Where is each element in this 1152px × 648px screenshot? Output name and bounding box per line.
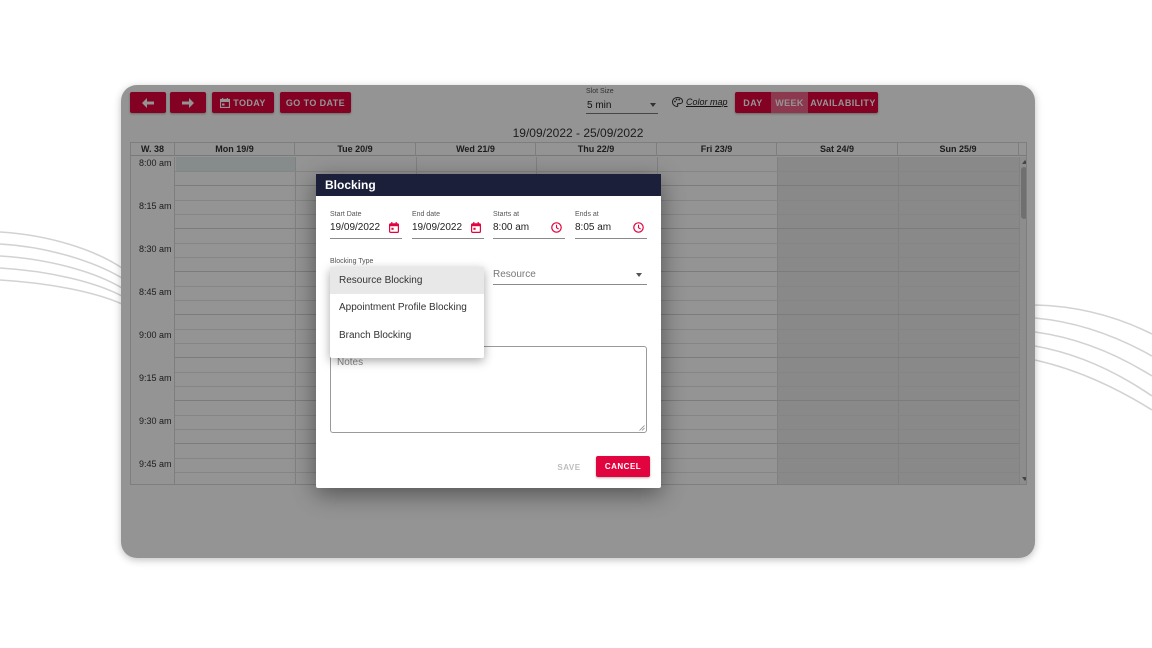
blocking-type-dropdown-menu: Resource Blocking Appointment Profile Bl… bbox=[330, 267, 484, 358]
resize-grip-icon[interactable] bbox=[639, 425, 645, 431]
clock-icon[interactable] bbox=[633, 222, 644, 233]
end-date-label: End date bbox=[412, 211, 441, 218]
ends-at-label: Ends at bbox=[575, 211, 599, 218]
calendar-icon[interactable] bbox=[471, 222, 481, 233]
end-date-value: 19/09/2022 bbox=[412, 222, 463, 233]
start-date-label: Start Date bbox=[330, 211, 362, 218]
starts-at-value: 8:00 am bbox=[493, 222, 530, 233]
blocking-type-label: Blocking Type bbox=[330, 258, 374, 265]
starts-at-field[interactable]: Starts at 8:00 am bbox=[493, 211, 565, 239]
resource-select[interactable]: Resource bbox=[493, 266, 647, 285]
ends-at-value: 8:05 am bbox=[575, 222, 612, 233]
cancel-button[interactable]: CANCEL bbox=[596, 456, 650, 477]
start-date-value: 19/09/2022 bbox=[330, 222, 381, 233]
resource-placeholder: Resource bbox=[493, 269, 536, 280]
end-date-field[interactable]: End date 19/09/2022 bbox=[412, 211, 484, 239]
menu-item-branch-blocking[interactable]: Branch Blocking bbox=[330, 322, 484, 349]
clock-icon[interactable] bbox=[551, 222, 562, 233]
app-window: TODAY GO TO DATE Slot Size 5 min Color m… bbox=[121, 85, 1035, 558]
dialog-title: Blocking bbox=[316, 174, 661, 196]
calendar-icon[interactable] bbox=[389, 222, 399, 233]
ends-at-field[interactable]: Ends at 8:05 am bbox=[575, 211, 647, 239]
chevron-down-icon bbox=[636, 273, 642, 277]
start-date-field[interactable]: Start Date 19/09/2022 bbox=[330, 211, 402, 239]
menu-item-appointment-profile-blocking[interactable]: Appointment Profile Blocking bbox=[330, 294, 484, 321]
notes-textarea[interactable]: Notes bbox=[330, 346, 647, 433]
starts-at-label: Starts at bbox=[493, 211, 520, 218]
menu-item-resource-blocking[interactable]: Resource Blocking bbox=[330, 267, 484, 294]
notes-placeholder: Notes bbox=[337, 357, 364, 368]
save-button[interactable]: SAVE bbox=[552, 458, 586, 476]
